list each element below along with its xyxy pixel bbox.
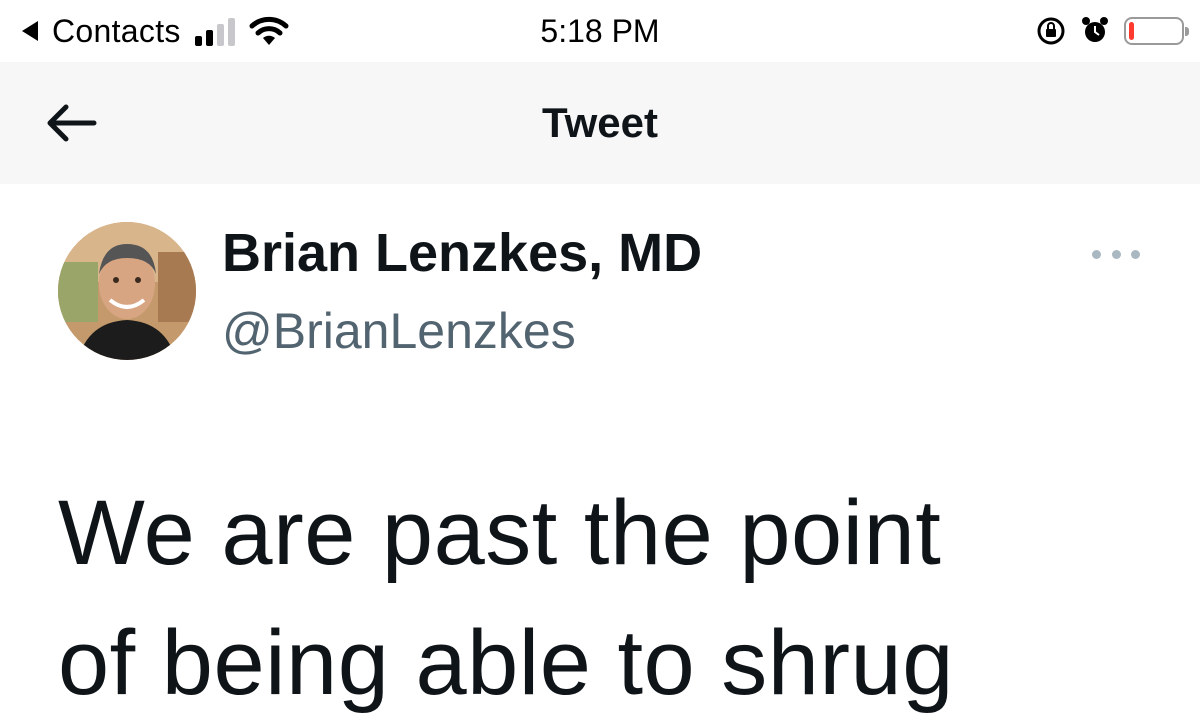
status-bar: Contacts 5:18 PM [0,0,1200,62]
alarm-icon [1082,17,1108,42]
author-handle[interactable]: @BrianLenzkes [222,302,576,360]
status-time: 5:18 PM [540,13,660,49]
avatar-image [58,222,196,360]
tweet-header: Tweet [0,62,1200,184]
tweet-text: We are past the point of being able to s… [58,468,1158,728]
rotation-lock-icon [1037,17,1065,45]
status-bar-right [1036,8,1189,54]
more-options-button[interactable] [1092,244,1140,264]
tweet-text-line: of being able to shrug [58,612,954,714]
author-name[interactable]: Brian Lenzkes, MD [222,222,702,284]
tweet-text-line: We are past the point [58,482,942,584]
avatar[interactable] [58,222,196,360]
battery-icon [1124,17,1189,45]
more-horizontal-icon [1092,249,1101,259]
page-title: Tweet [542,99,658,146]
